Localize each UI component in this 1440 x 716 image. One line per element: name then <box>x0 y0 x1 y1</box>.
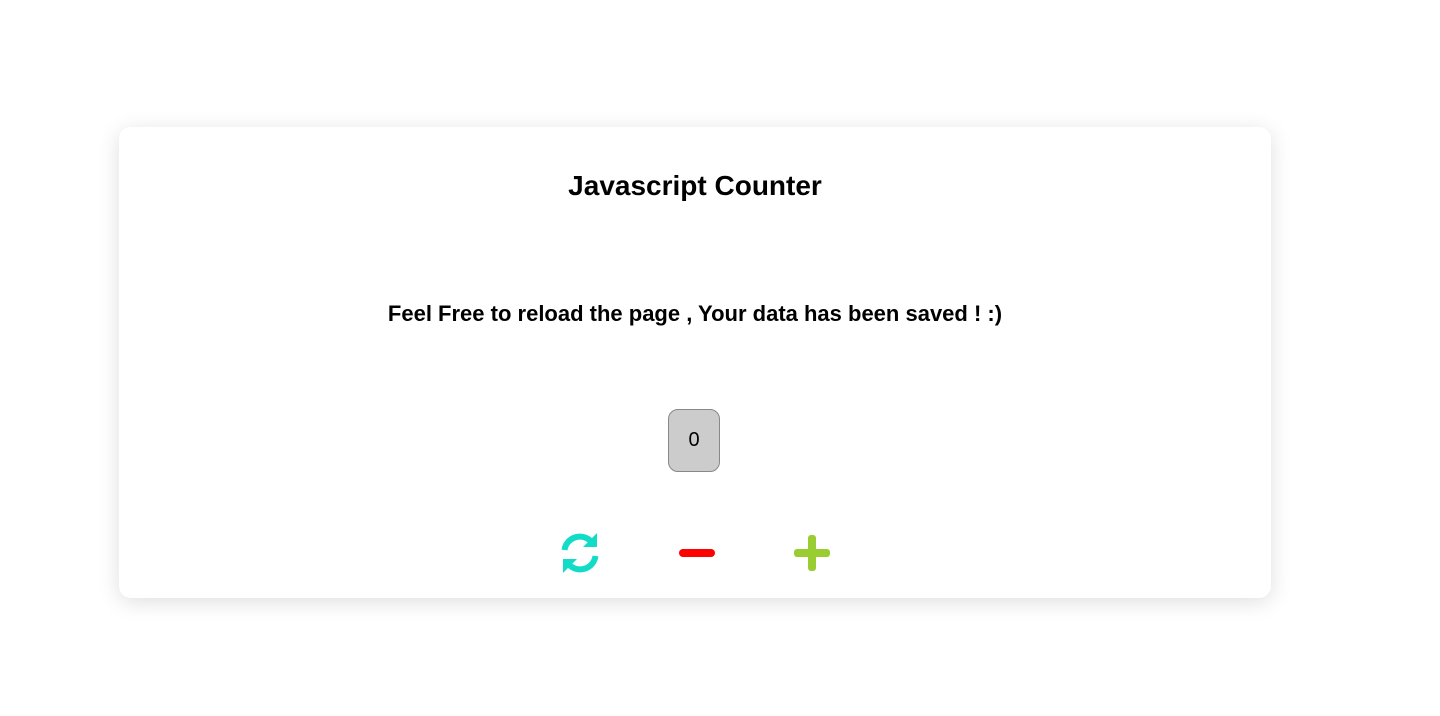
increment-button[interactable] <box>788 529 836 577</box>
reset-button[interactable] <box>556 529 604 577</box>
refresh-icon <box>561 533 599 573</box>
minus-icon <box>679 549 715 557</box>
decrement-button[interactable] <box>673 529 721 577</box>
counter-card: Javascript Counter Feel Free to reload t… <box>119 127 1271 598</box>
plus-icon <box>794 535 830 571</box>
page-title: Javascript Counter <box>568 170 822 201</box>
counter-value: 0 <box>688 429 700 451</box>
saved-message: Feel Free to reload the page , Your data… <box>387 301 1003 326</box>
counter-display: 0 <box>668 409 720 472</box>
